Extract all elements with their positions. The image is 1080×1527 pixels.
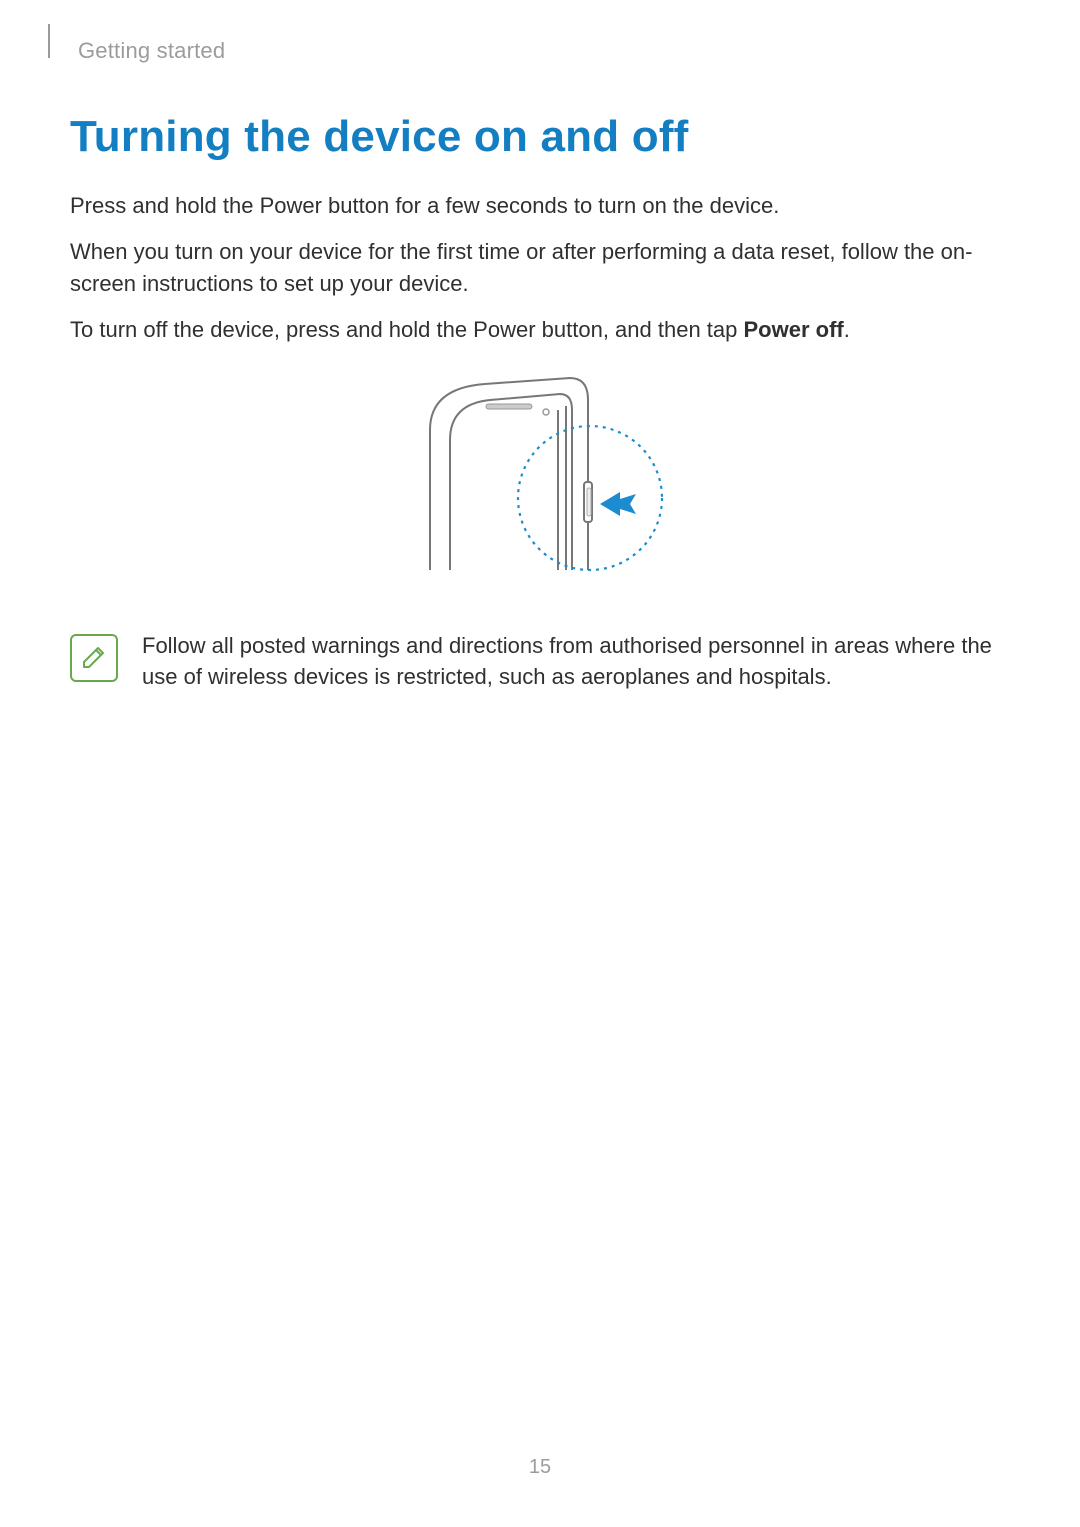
note: Follow all posted warnings and direction… [70, 630, 1010, 694]
phone-power-illustration [390, 370, 690, 590]
paragraph-1: Press and hold the Power button for a fe… [70, 190, 1010, 222]
note-pencil-icon [70, 634, 118, 682]
paragraph-2: When you turn on your device for the fir… [70, 236, 1010, 300]
page-number: 15 [0, 1456, 1080, 1479]
arrow-left-icon [600, 492, 636, 516]
paragraph-3: To turn off the device, press and hold t… [70, 314, 1010, 346]
page: Getting started Turning the device on an… [0, 0, 1080, 1527]
p3-pre: To turn off the device, press and hold t… [70, 317, 744, 342]
header-tick [48, 24, 50, 58]
page-title: Turning the device on and off [70, 112, 1010, 162]
body-text: Press and hold the Power button for a fe… [70, 190, 1010, 346]
running-head: Getting started [78, 38, 1010, 64]
figure [70, 370, 1010, 590]
p3-post: . [844, 317, 850, 342]
note-text: Follow all posted warnings and direction… [142, 630, 1010, 694]
p3-bold: Power off [744, 317, 844, 342]
